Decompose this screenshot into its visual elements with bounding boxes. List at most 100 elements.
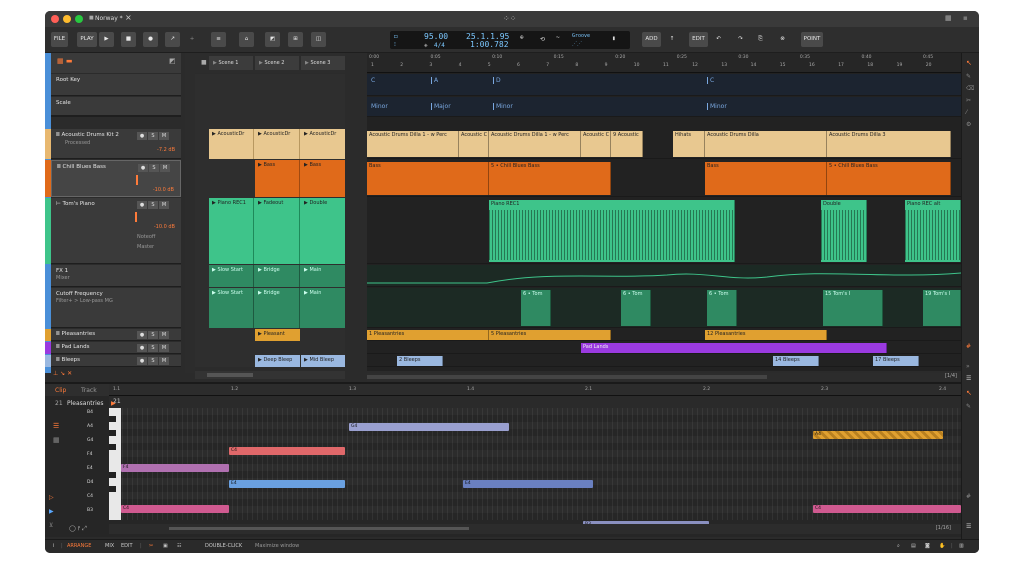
arrangement-clip[interactable]: 2 Bleeps <box>397 356 443 366</box>
arrangement-clip[interactable]: 14 Bleeps <box>773 356 819 366</box>
transport-display[interactable]: ◻ ⁝ 95.00 ◈ 4/4 25.1.1.95 1:00.782 ⊕ ⟲ ~… <box>390 31 630 49</box>
timeline-ruler[interactable]: 1 2 3 4 5 6 7 8 9 10 11 12 13 14 15 16 17 18 19 20 0:00 0:05 0… <box>367 53 961 73</box>
launcher-clip[interactable]: ▶ Slow Start <box>209 288 254 328</box>
black-key[interactable] <box>109 486 116 492</box>
arrangement-clip[interactable]: 15 Tom's I <box>823 290 883 326</box>
undo-icon[interactable]: ↶ <box>711 32 726 47</box>
launcher-clip-mid-bleep[interactable]: ▶ Mid Bleep <box>301 355 345 367</box>
groove-label[interactable]: Groove <box>572 33 590 39</box>
pencil-tool-icon[interactable]: ✎ <box>966 73 971 80</box>
metronome-button[interactable]: ⌂ <box>239 32 254 47</box>
record-button[interactable]: ● <box>143 32 158 47</box>
gear-icon[interactable]: ⚙ <box>966 121 971 128</box>
arrangement-clip[interactable]: Acoustic Drums Dilla 1 - w Perc <box>489 131 581 157</box>
midi-note[interactable]: F4 <box>121 464 229 472</box>
velocity-icon[interactable]: ◯ ⫯ ⤢ <box>69 525 87 533</box>
track-settings-icon[interactable]: ◩ <box>169 57 176 65</box>
track-header-pad-lands[interactable]: Ⅲ Pad Lands ● S M <box>51 342 181 354</box>
volume-fader[interactable] <box>135 212 137 222</box>
arrangement-clip[interactable]: Bass <box>367 162 489 195</box>
layout-mix-button[interactable]: ⊞ <box>288 32 303 47</box>
volume-fader[interactable] <box>136 175 138 185</box>
fold-icon[interactable]: ▷ <box>49 494 54 501</box>
arrangement-clip[interactable]: 6 • Tom <box>621 290 651 326</box>
arrangement-clip[interactable]: 9 Acoustic <box>611 131 643 157</box>
scissors-icon[interactable]: ✂ <box>149 543 153 549</box>
point-tool-button[interactable]: POINT <box>801 32 823 47</box>
editor-pencil-icon[interactable]: ✎ <box>966 403 971 410</box>
track-header-fx1[interactable]: FX 1 Mixer <box>51 265 181 287</box>
arrangement-clip[interactable]: Acoustic C <box>459 131 489 157</box>
track-header-piano[interactable]: ⊢ Tom's Piano ● S M -10.0 dB Noteoff Maste… <box>51 198 181 264</box>
arrangement-clip[interactable]: Acoustic Drums Dilla 3 <box>827 131 951 157</box>
file-menu-button[interactable]: FILE <box>51 32 68 47</box>
add-button[interactable]: ADD <box>642 32 661 47</box>
keyboard-icon[interactable]: ▦ <box>945 14 952 22</box>
midi-note[interactable]: E4 <box>229 480 345 488</box>
record-arm-button[interactable]: ● <box>137 201 147 209</box>
launcher-clip[interactable]: ▶ Main <box>301 288 345 328</box>
keyboard-icon[interactable]: ▥ <box>959 543 964 549</box>
time-value[interactable]: 1:00.782 <box>470 40 509 49</box>
delete-icon[interactable]: ⊗ <box>775 32 790 47</box>
grid-icon[interactable]: # <box>966 343 971 350</box>
midi-note[interactable]: E4 <box>463 480 593 488</box>
launcher-clip[interactable]: ▶ Fadeout <box>255 198 300 264</box>
automation-write-button[interactable]: ↗ <box>165 32 180 47</box>
track-volume[interactable]: -7.2 dB <box>157 147 175 153</box>
scene-2[interactable]: ▶ Scene 2 <box>255 56 299 70</box>
mix-view-button[interactable]: MIX <box>105 543 114 549</box>
arrangement-clip[interactable]: 19 Tom's I <box>923 290 961 326</box>
editor-grid-icon[interactable]: # <box>966 493 971 500</box>
punch-icon[interactable]: ⁝ <box>394 41 396 48</box>
launcher-clip-pleasant[interactable]: ▶ Pleasant <box>255 329 300 341</box>
copy-icon[interactable]: ⎘ <box>753 32 768 47</box>
playhead-marker-icon[interactable]: ▶ <box>111 400 116 407</box>
close-tab-icon[interactable]: × <box>125 13 132 22</box>
solo-button[interactable]: S <box>148 132 158 140</box>
layout-edit-button[interactable]: ◫ <box>311 32 326 47</box>
launcher-clip[interactable]: ▶ Bass <box>301 160 345 197</box>
editor-list-icon[interactable]: ☰ <box>966 523 971 530</box>
arrangement-clip[interactable]: 5 • Chill Blues Bass <box>489 162 611 195</box>
track-header-drums[interactable]: Ⅲ Acoustic Drums Kit 2 Processed ● S M -7.… <box>51 129 181 159</box>
record-arm-button[interactable]: ● <box>137 132 147 140</box>
loop-arrows-icon[interactable]: ⟲ <box>540 36 545 43</box>
black-key[interactable] <box>109 444 116 450</box>
scene-1-play-icon[interactable]: ▶ <box>213 60 217 66</box>
midi-note[interactable]: G4 <box>349 423 509 431</box>
launcher-clip-deep-bleep[interactable]: ▶ Deep Bleep <box>255 355 300 367</box>
editor-ruler[interactable]: 1.1 1.2 1.3 1.4 2.1 2.2 2.3 2.4 <box>109 384 961 396</box>
clock-icon[interactable]: ⊕ <box>520 34 524 41</box>
midi-note[interactable]: C4 <box>121 505 229 513</box>
arrangement-clip[interactable]: Piano REC alt <box>905 200 961 262</box>
device-icon[interactable]: ◙ <box>925 543 930 549</box>
knife-tool-icon[interactable]: ✂ <box>966 97 971 104</box>
document-tab-title[interactable]: Norway * <box>95 15 123 22</box>
tap-tempo-button[interactable]: ≡ <box>211 32 226 47</box>
loop-icon[interactable]: ◻ <box>394 33 398 40</box>
track-header-bleeps[interactable]: Ⅲ Bleeps ● S M <box>51 355 181 367</box>
scrollbar-thumb[interactable] <box>207 373 253 377</box>
add-icon[interactable]: + <box>187 32 197 47</box>
root-key-marker[interactable]: C <box>371 77 375 84</box>
launcher-clip[interactable]: ▶ Bridge <box>255 265 300 287</box>
insert-icon[interactable]: ↑ <box>666 32 678 47</box>
play-icon[interactable]: ▶ <box>49 508 54 515</box>
launcher-clip[interactable]: ▶ Main <box>301 265 345 287</box>
edit-button[interactable]: EDIT <box>689 32 708 47</box>
play-button[interactable]: ▶ <box>99 32 114 47</box>
piano-keyboard[interactable] <box>109 408 121 520</box>
tempo-value[interactable]: 95.00 <box>424 32 448 41</box>
scale-marker[interactable]: Minor <box>707 103 727 110</box>
arrangement-clip[interactable]: Pad Lands <box>581 343 887 353</box>
tab-track[interactable]: Track <box>81 387 97 394</box>
arrangement-clip[interactable]: Acoustic C <box>581 131 611 157</box>
overview-window[interactable] <box>367 375 767 379</box>
search-icon[interactable]: ⌕ <box>897 543 900 549</box>
edit-view-button[interactable]: EDIT <box>121 543 133 549</box>
track-volume[interactable]: -10.0 dB <box>153 187 174 193</box>
arrangement-clip[interactable]: Double <box>821 200 867 262</box>
minimize-window-button[interactable] <box>63 15 71 23</box>
track-tools-icons[interactable]: ⊥ ↘ ✕ <box>53 370 72 377</box>
